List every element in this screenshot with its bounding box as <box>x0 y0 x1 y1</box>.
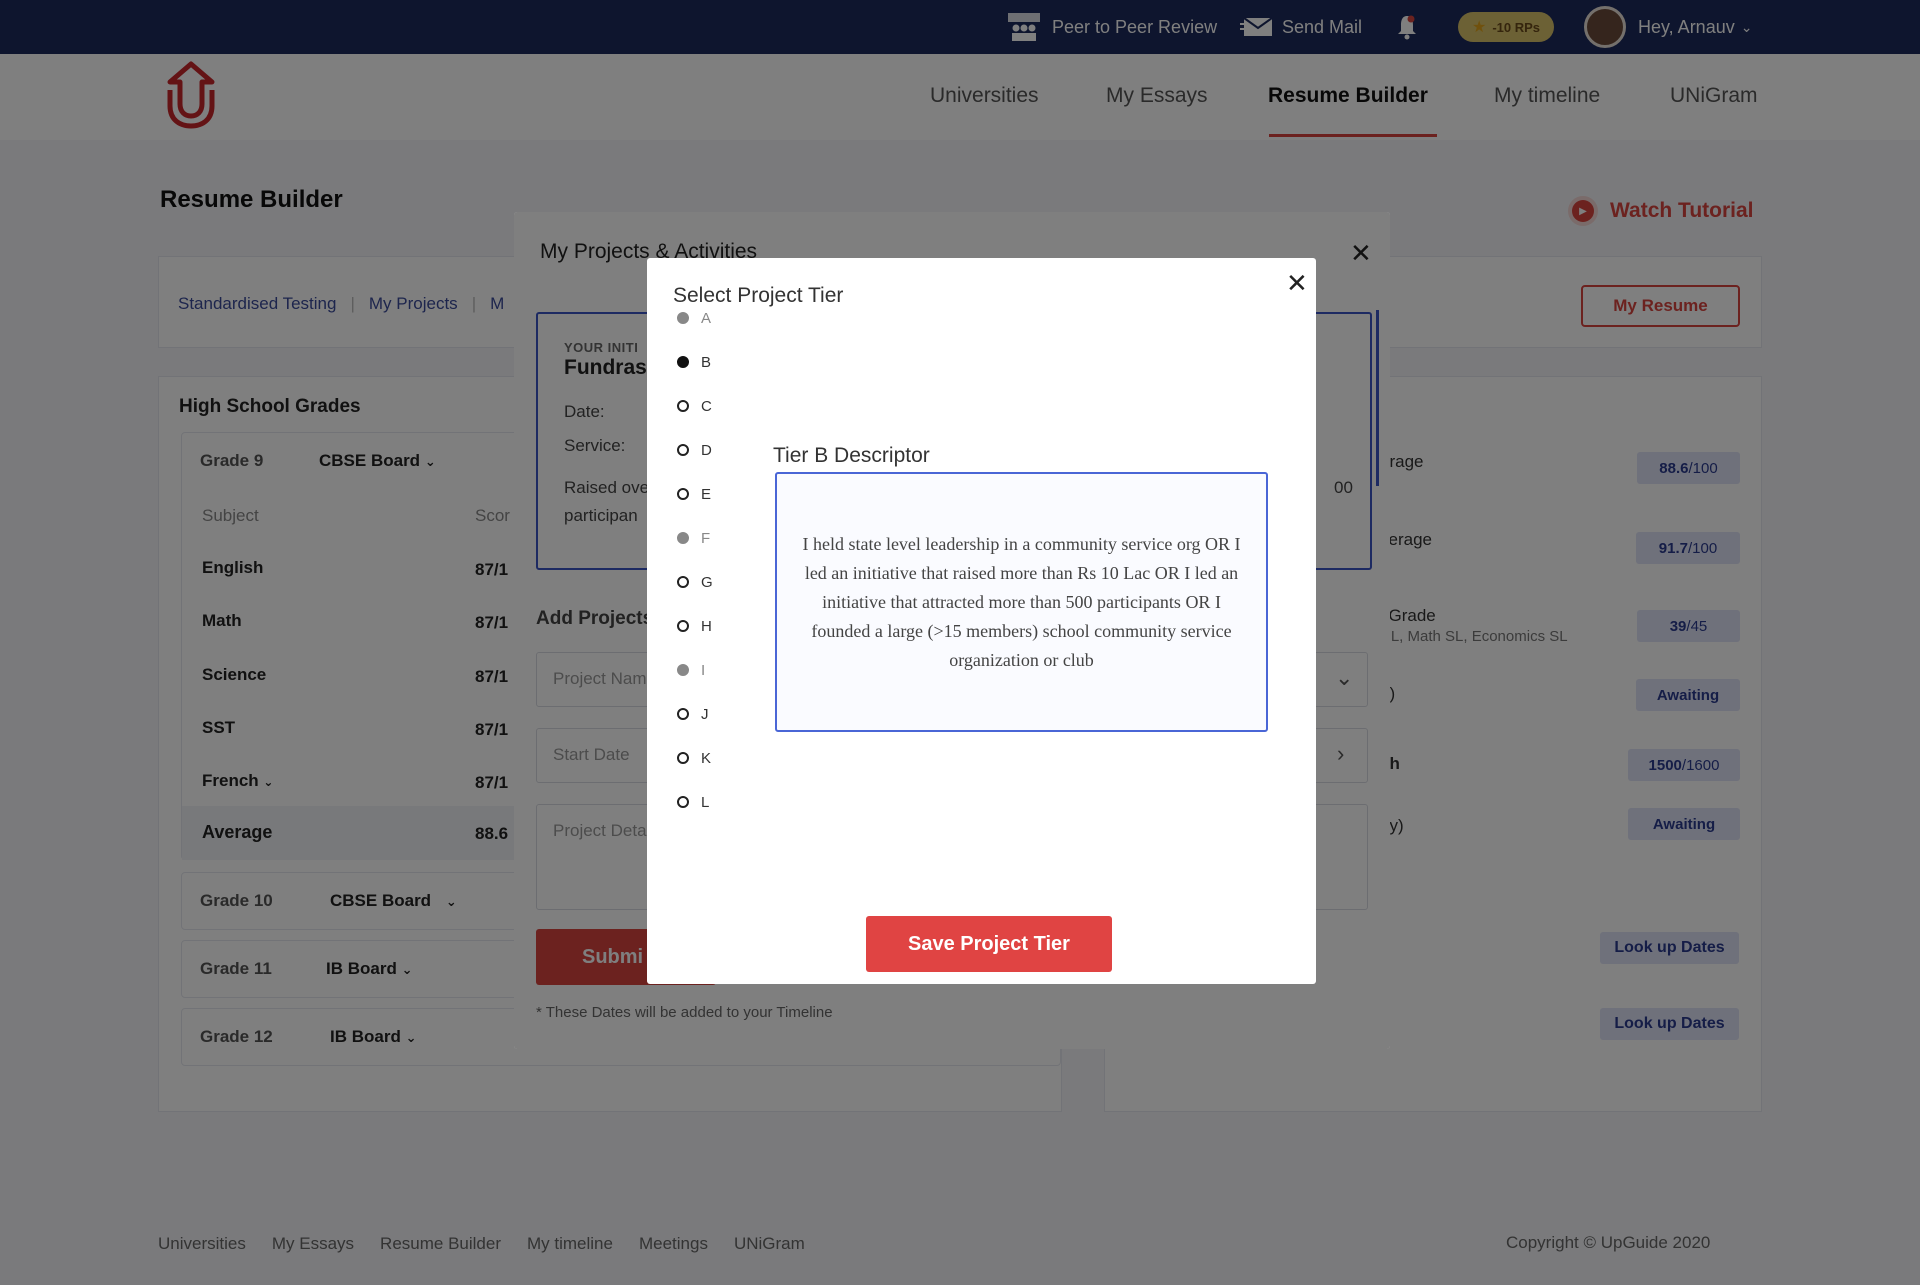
tier-radio[interactable] <box>677 356 689 368</box>
tier-option-i: I <box>677 660 705 680</box>
tier-label: F <box>701 529 711 547</box>
tier-option-d[interactable]: D <box>677 440 712 460</box>
tier-radio <box>677 664 689 676</box>
tier-label: K <box>701 749 712 767</box>
tier-label: A <box>701 309 712 327</box>
select-tier-title: Select Project Tier <box>673 284 844 307</box>
tier-option-j[interactable]: J <box>677 704 709 724</box>
tier-option-g[interactable]: G <box>677 572 713 592</box>
tier-radio[interactable] <box>677 620 689 632</box>
tier-radio[interactable] <box>677 708 689 720</box>
close-icon[interactable]: ✕ <box>1286 270 1308 296</box>
tier-label: B <box>701 353 712 371</box>
tier-descriptor-title: Tier B Descriptor <box>773 444 930 467</box>
tier-radio[interactable] <box>677 444 689 456</box>
tier-radio[interactable] <box>677 796 689 808</box>
tier-label: I <box>701 661 706 679</box>
select-tier-modal: Select Project Tier ✕ A B C D E F G H I J K L Tier … <box>647 258 1316 984</box>
save-project-tier-button[interactable]: Save Project Tier <box>866 916 1112 972</box>
tier-label: D <box>701 441 712 459</box>
tier-descriptor-text: I held state level leadership in a commu… <box>802 533 1241 670</box>
tier-radio[interactable] <box>677 576 689 588</box>
tier-radio[interactable] <box>677 488 689 500</box>
tier-option-a: A <box>677 308 711 328</box>
tier-radio[interactable] <box>677 752 689 764</box>
tier-label: L <box>701 793 710 811</box>
tier-label: H <box>701 617 712 635</box>
tier-radio <box>677 312 689 324</box>
tier-option-h[interactable]: H <box>677 616 712 636</box>
tier-option-f: F <box>677 528 710 548</box>
tier-option-e[interactable]: E <box>677 484 711 504</box>
tier-radio <box>677 532 689 544</box>
tier-label: C <box>701 397 712 415</box>
tier-option-l[interactable]: L <box>677 792 709 812</box>
tier-option-b[interactable]: B <box>677 352 711 372</box>
tier-descriptor-box: I held state level leadership in a commu… <box>775 472 1268 732</box>
tier-label: G <box>701 573 713 591</box>
tier-option-c[interactable]: C <box>677 396 712 416</box>
tier-label: E <box>701 485 712 503</box>
tier-option-k[interactable]: K <box>677 748 711 768</box>
tier-label: J <box>701 705 709 723</box>
tier-radio[interactable] <box>677 400 689 412</box>
